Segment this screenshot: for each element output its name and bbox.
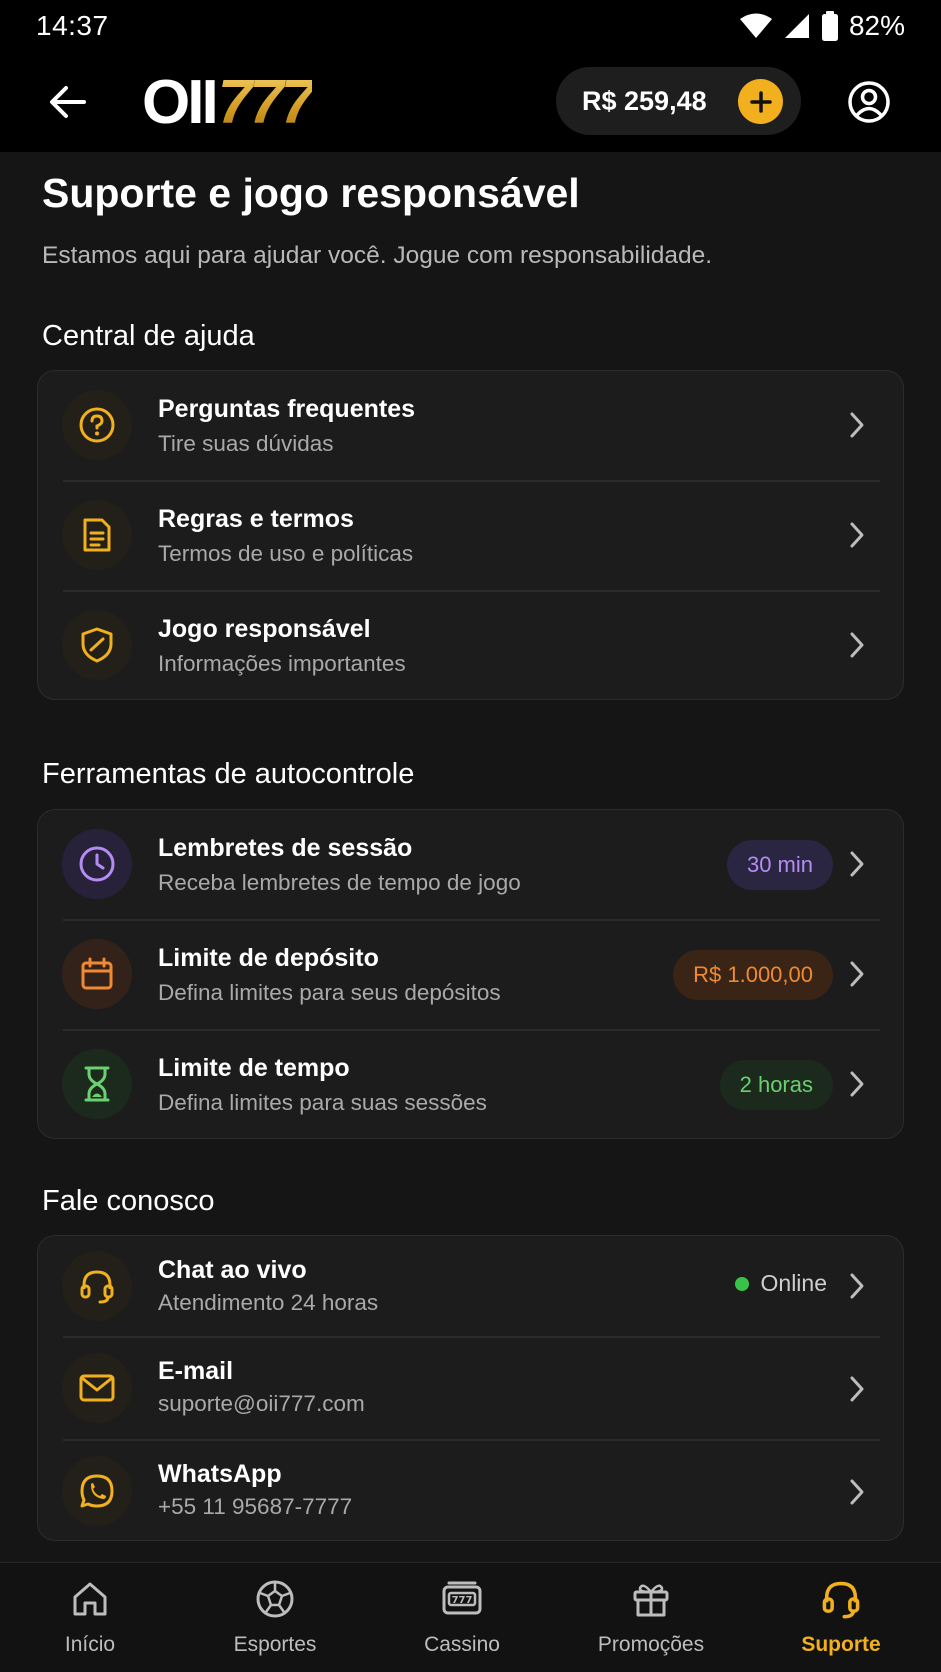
plus-icon (749, 90, 772, 113)
contact-card: Chat ao vivo Atendimento 24 horas Online… (37, 1235, 904, 1541)
chevron-right-icon (845, 409, 869, 441)
chevron-right-icon (845, 848, 869, 880)
section-title-self-control: Ferramentas de autocontrole (42, 758, 415, 790)
deposit-button[interactable] (738, 79, 783, 124)
row-subtitle: suporte@oii777.com (158, 1391, 365, 1416)
row-session-reminders[interactable]: Lembretes de sessão Receba lembretes de … (38, 810, 903, 919)
slot-machine-icon: 777 (440, 1577, 484, 1621)
row-title: Perguntas frequentes (158, 395, 416, 423)
calendar-icon (62, 939, 132, 1009)
wifi-icon (739, 13, 772, 38)
clock-icon (62, 829, 132, 899)
chevron-right-icon (845, 629, 869, 661)
chevron-right-icon (845, 1476, 869, 1508)
brand-logo[interactable]: OII 777 (142, 68, 315, 137)
headset-icon (62, 1251, 132, 1321)
self-control-card: Lembretes de sessão Receba lembretes de … (37, 809, 904, 1139)
chevron-right-icon (845, 519, 869, 551)
row-title: Chat ao vivo (158, 1256, 307, 1284)
row-subtitle: +55 11 95687-7777 (158, 1494, 353, 1519)
logo-text-white: OII (142, 67, 219, 137)
shield-check-icon (62, 610, 132, 680)
row-subtitle: Receba lembretes de tempo de jogo (158, 870, 521, 895)
row-subtitle: Informações importantes (158, 651, 406, 676)
logo-text-gold: 777 (217, 67, 315, 137)
nav-label: Início (64, 1633, 116, 1656)
row-deposit-limit[interactable]: Limite de depósito Defina limites para s… (38, 920, 903, 1029)
row-responsible-gaming[interactable]: Jogo responsável Informações importantes (38, 591, 903, 699)
bottom-nav: Início Esportes 777 Cassino Promoções Su… (0, 1562, 941, 1672)
back-button[interactable] (44, 80, 92, 124)
row-subtitle: Termos de uso e políticas (158, 541, 414, 566)
row-title: Jogo responsável (158, 615, 371, 643)
user-circle-icon (848, 81, 890, 123)
question-circle-icon (62, 390, 132, 460)
chevron-right-icon (845, 958, 869, 990)
page-subtitle: Estamos aqui para ajudar você. Jogue com… (42, 242, 713, 269)
chevron-right-icon (845, 1373, 869, 1405)
whatsapp-icon (62, 1456, 132, 1526)
row-title: Lembretes de sessão (158, 834, 413, 862)
row-subtitle: Atendimento 24 horas (158, 1290, 379, 1315)
arrow-left-icon (50, 86, 86, 118)
row-subtitle: Tire suas dúvidas (158, 431, 334, 456)
nav-label: Cassino (424, 1633, 500, 1656)
svg-text:777: 777 (452, 1595, 473, 1606)
row-rules-terms[interactable]: Regras e termos Termos de uso e política… (38, 481, 903, 590)
row-time-limit[interactable]: Limite de tempo Defina limites para suas… (38, 1030, 903, 1138)
row-title: Limite de tempo (158, 1054, 350, 1082)
nav-item-support[interactable]: Suporte (766, 1563, 916, 1672)
gift-icon (629, 1577, 673, 1621)
online-dot (734, 1276, 749, 1291)
row-live-chat[interactable]: Chat ao vivo Atendimento 24 horas Online (38, 1236, 903, 1336)
status-icons: 82% (739, 10, 905, 42)
balance-pill[interactable]: R$ 259,48 (556, 67, 801, 135)
row-email[interactable]: E-mail suporte@oii777.com (38, 1337, 903, 1439)
row-title: Limite de depósito (158, 944, 379, 972)
status-time: 14:37 (36, 10, 109, 41)
headset-icon (819, 1577, 863, 1621)
status-bar: 14:37 82% (0, 0, 941, 52)
nav-item-sports[interactable]: Esportes (200, 1563, 350, 1672)
chevron-right-icon (845, 1270, 869, 1302)
row-subtitle: Defina limites para seus depósitos (158, 980, 501, 1005)
row-faq[interactable]: Perguntas frequentes Tire suas dúvidas (38, 371, 903, 480)
document-icon (62, 500, 132, 570)
row-title: WhatsApp (158, 1460, 282, 1488)
online-status-text: Online (760, 1270, 827, 1296)
row-title: E-mail (158, 1357, 234, 1385)
profile-button[interactable] (846, 79, 892, 125)
nav-label: Esportes (233, 1633, 317, 1656)
battery-percent: 82% (848, 10, 905, 41)
session-reminder-badge: 30 min (726, 840, 833, 890)
nav-item-home[interactable]: Início (15, 1563, 165, 1672)
home-icon (68, 1577, 112, 1621)
nav-item-casino[interactable]: 777 Cassino (387, 1563, 537, 1672)
page-title: Suporte e jogo responsável (42, 170, 580, 216)
row-subtitle: Defina limites para suas sessões (158, 1090, 487, 1115)
screen: 14:37 82% OII 777 R$ 259,48 Suporte e jog… (0, 0, 941, 1672)
battery-icon (821, 11, 838, 41)
section-title-contact: Fale conosco (42, 1185, 215, 1217)
section-title-help-center: Central de ajuda (42, 320, 255, 352)
soccer-ball-icon (253, 1577, 297, 1621)
help-center-card: Perguntas frequentes Tire suas dúvidas R… (37, 370, 904, 700)
time-limit-badge: 2 horas (719, 1060, 833, 1110)
balance-amount: R$ 259,48 (582, 85, 707, 116)
nav-label: Promoções (597, 1633, 705, 1656)
deposit-limit-badge: R$ 1.000,00 (673, 950, 833, 1000)
online-status: Online (734, 1270, 827, 1297)
row-whatsapp[interactable]: WhatsApp +55 11 95687-7777 (38, 1440, 903, 1540)
row-title: Regras e termos (158, 505, 354, 533)
chevron-right-icon (845, 1068, 869, 1100)
nav-label: Suporte (801, 1633, 881, 1656)
mail-icon (62, 1353, 132, 1423)
signal-icon (784, 14, 809, 38)
nav-item-promotions[interactable]: Promoções (576, 1563, 726, 1672)
hourglass-icon (62, 1049, 132, 1119)
app-header: OII 777 R$ 259,48 (0, 52, 941, 152)
